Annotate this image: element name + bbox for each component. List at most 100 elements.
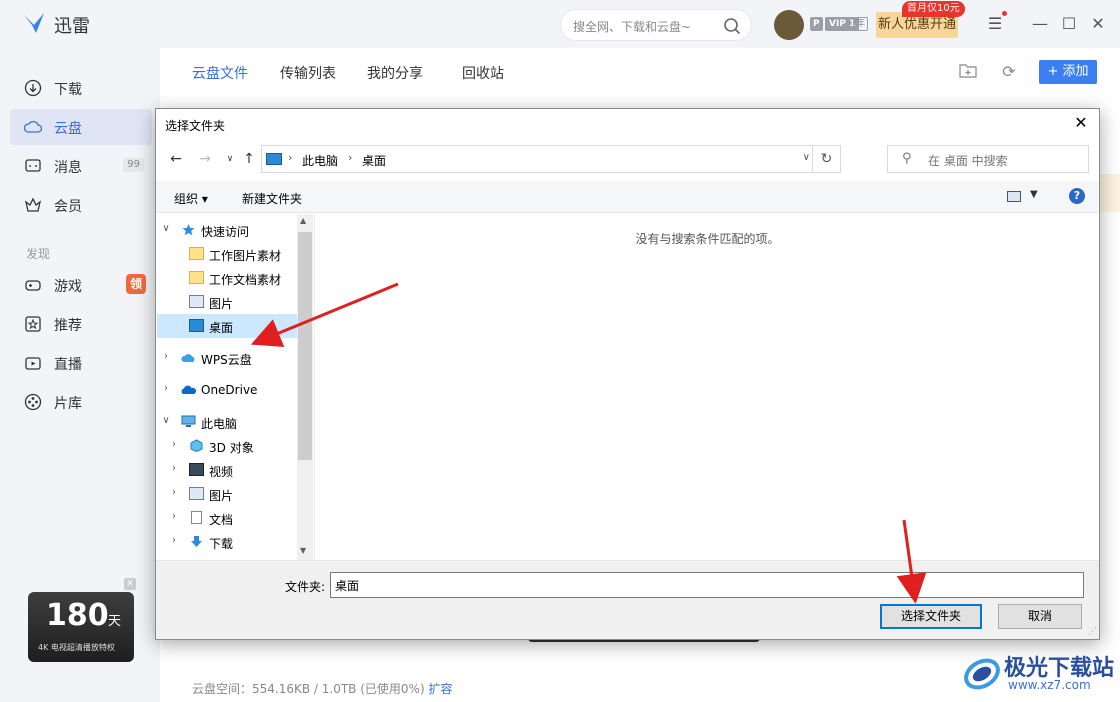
tab-recycle-bin[interactable]: 回收站: [462, 63, 504, 83]
collapse-chevron-icon[interactable]: ∨: [161, 415, 171, 426]
minimize-icon[interactable]: —: [1030, 14, 1050, 34]
organize-menu[interactable]: 组织 ▾: [174, 190, 208, 207]
sidebar-item-download[interactable]: 下载: [10, 70, 152, 106]
search-icon[interactable]: [723, 17, 741, 35]
tab-transfer-list[interactable]: 传输列表: [280, 63, 336, 83]
dialog-footer: 文件夹: 选择文件夹 取消 ⋰: [156, 560, 1099, 639]
tab-cloud-files[interactable]: 云盘文件: [192, 63, 248, 83]
expand-chevron-icon[interactable]: ›: [169, 487, 179, 498]
tree-scrollbar[interactable]: ▲ ▼: [297, 214, 313, 560]
tree-item-downloads[interactable]: › 下载: [157, 530, 297, 554]
folder-content-pane[interactable]: 没有与搜索条件匹配的项。: [314, 214, 1099, 560]
tree-item-label: 桌面: [209, 321, 234, 335]
tree-item-label: 视频: [209, 465, 234, 479]
up-arrow-icon[interactable]: ↑: [241, 151, 257, 167]
search-placeholder: 搜全网、下载和云盘~: [573, 20, 692, 34]
scroll-thumb[interactable]: [298, 232, 312, 460]
view-dropdown-icon[interactable]: ▼: [1030, 189, 1038, 200]
breadcrumb-desktop[interactable]: 桌面: [362, 152, 386, 169]
download-icon: [24, 79, 42, 97]
tree-item-videos[interactable]: › 视频: [157, 458, 297, 482]
sidebar-item-games[interactable]: 游戏 领: [10, 267, 152, 303]
address-dropdown-icon[interactable]: ∨: [803, 152, 810, 163]
refresh-icon[interactable]: ⟳: [999, 62, 1019, 82]
sidebar-item-label: 云盘: [54, 121, 82, 137]
expand-chevron-icon[interactable]: ›: [169, 463, 179, 474]
expand-chevron-icon[interactable]: ›: [169, 511, 179, 522]
sidebar-item-recommend[interactable]: 推荐: [10, 306, 152, 342]
close-icon[interactable]: ✕: [1088, 14, 1108, 34]
back-arrow-icon[interactable]: ←: [168, 151, 184, 167]
refresh-icon[interactable]: ↻: [812, 146, 840, 172]
navigation-bar: ← → ∨ ↑ › 此电脑 › 桌面 ∨ ↻ ⚲ 在 桌面 中搜索: [156, 143, 1099, 179]
title-bar: 迅雷 搜全网、下载和云盘~ P VIP 1 年 新人优惠开通 首月仅10元 ☰ …: [0, 0, 1120, 48]
add-button[interactable]: + 添加: [1039, 60, 1097, 84]
tree-item-wps-cloud[interactable]: › WPS云盘: [157, 346, 297, 370]
maximize-icon[interactable]: ☐: [1059, 14, 1079, 34]
sidebar-item-label: 游戏: [54, 279, 82, 295]
tree-item-onedrive[interactable]: › OneDrive: [157, 378, 297, 402]
folder-field-label: 文件夹:: [285, 580, 326, 594]
tree-item-documents[interactable]: › 文档: [157, 506, 297, 530]
tree-item-work-docs[interactable]: 工作文档素材: [157, 266, 297, 290]
expand-chevron-icon[interactable]: ›: [161, 383, 171, 394]
notice-strip: [1100, 174, 1120, 212]
avatar[interactable]: [774, 10, 804, 40]
claim-badge: 领: [126, 274, 146, 294]
address-bar[interactable]: › 此电脑 › 桌面 ∨ ↻: [261, 145, 841, 173]
tree-item-work-images[interactable]: 工作图片素材: [157, 242, 297, 266]
folder-search-input[interactable]: ⚲ 在 桌面 中搜索: [887, 145, 1089, 173]
view-options-icon[interactable]: [1007, 191, 1021, 202]
new-folder-button[interactable]: 新建文件夹: [242, 190, 302, 207]
scroll-up-icon[interactable]: ▲: [300, 216, 306, 225]
message-icon: [25, 159, 41, 172]
sidebar-item-label: 推荐: [54, 318, 82, 334]
expand-chevron-icon[interactable]: ›: [169, 535, 179, 546]
tree-item-3d-objects[interactable]: › 3D 对象: [157, 434, 297, 458]
tree-item-pc-pictures[interactable]: › 图片: [157, 482, 297, 506]
expand-storage-link[interactable]: 扩容: [428, 682, 452, 696]
tree-item-quick-access[interactable]: ∨ 快速访问: [157, 218, 297, 242]
watermark-logo-icon: [964, 658, 1000, 690]
live-icon: [25, 357, 41, 370]
folder-name-input[interactable]: [330, 572, 1084, 598]
tree-item-this-pc[interactable]: ∨ 此电脑: [157, 410, 297, 434]
promo-card-unit: 天: [108, 614, 122, 629]
resize-grip-icon[interactable]: ⋰: [1088, 627, 1097, 637]
promo-card[interactable]: 180 天 4K 电视超清播放特权: [28, 592, 134, 662]
promo-card-subtitle: 4K 电视超清播放特权: [38, 643, 115, 652]
collapse-chevron-icon[interactable]: ∨: [161, 223, 171, 234]
forward-arrow-icon[interactable]: →: [197, 151, 213, 167]
sidebar-item-messages[interactable]: 消息 99: [10, 148, 152, 184]
select-folder-button[interactable]: 选择文件夹: [880, 604, 982, 629]
breadcrumb-separator-icon: ›: [288, 151, 293, 164]
p-badge: P: [810, 17, 823, 31]
new-folder-icon[interactable]: [958, 62, 978, 82]
menu-icon[interactable]: ☰: [985, 14, 1005, 34]
help-icon[interactable]: ?: [1069, 188, 1085, 204]
select-folder-dialog: 选择文件夹 ✕ ← → ∨ ↑ › 此电脑 › 桌面 ∨ ↻ ⚲ 在 桌面 中搜…: [155, 108, 1100, 640]
dialog-close-icon[interactable]: ✕: [1071, 113, 1091, 133]
promo-card-close-icon[interactable]: ✕: [124, 578, 136, 590]
video-icon: [189, 463, 204, 476]
tree-item-label: 图片: [209, 489, 234, 503]
cancel-button[interactable]: 取消: [998, 604, 1082, 629]
tree-item-pictures[interactable]: 图片: [157, 290, 297, 314]
expand-chevron-icon[interactable]: ›: [161, 351, 171, 362]
expand-chevron-icon[interactable]: ›: [169, 439, 179, 450]
gamepad-icon: [25, 280, 41, 291]
recent-locations-chevron-icon[interactable]: ∨: [222, 151, 238, 167]
discover-section-label: 发现: [26, 247, 51, 261]
tree-item-label: 此电脑: [201, 417, 238, 431]
sidebar-item-live[interactable]: 直播: [10, 345, 152, 381]
sidebar-item-membership[interactable]: 会员: [10, 187, 152, 223]
tree-item-desktop[interactable]: 桌面: [157, 314, 297, 338]
tab-my-shares[interactable]: 我的分享: [367, 63, 423, 83]
scroll-down-icon[interactable]: ▼: [300, 546, 306, 555]
global-search-input[interactable]: 搜全网、下载和云盘~: [560, 9, 752, 41]
pin-star-icon: [182, 224, 195, 236]
tree-item-label: OneDrive: [201, 383, 258, 397]
sidebar-item-cloud[interactable]: 云盘: [10, 109, 152, 145]
sidebar-item-library[interactable]: 片库: [10, 384, 152, 420]
breadcrumb-this-pc[interactable]: 此电脑: [302, 152, 338, 169]
